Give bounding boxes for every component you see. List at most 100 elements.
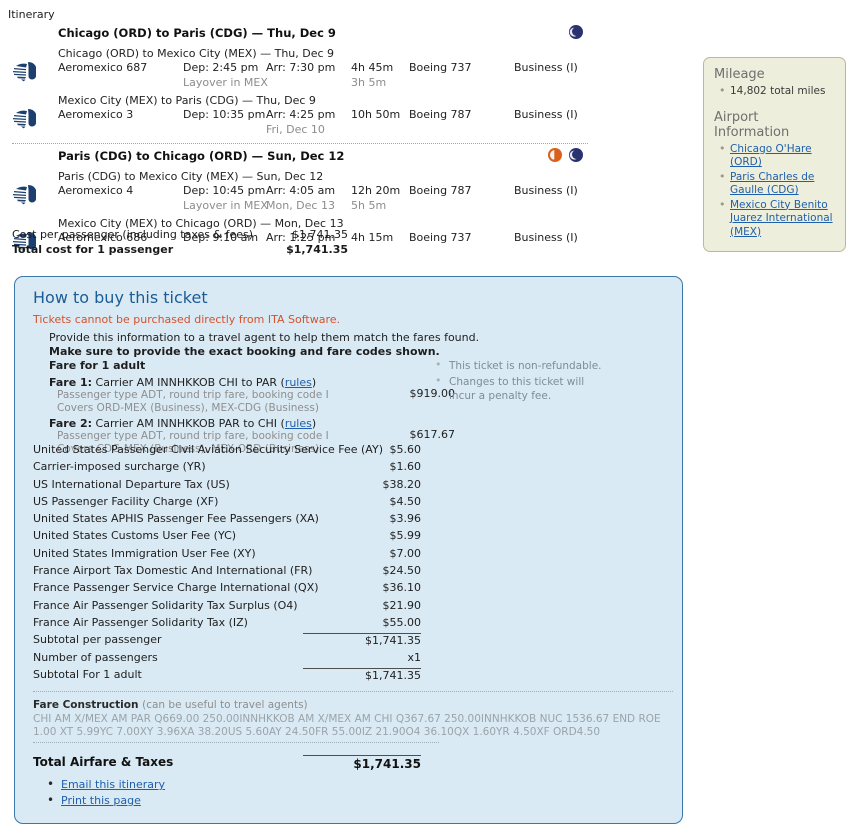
tax-label: France Airport Tax Domestic And Internat… [33, 564, 313, 578]
fare-paren-close: ) [311, 417, 317, 430]
aircraft-type: Boeing 787 [409, 108, 472, 121]
night-icon [569, 148, 583, 162]
cabin-class: Business (I) [514, 184, 578, 197]
tax-label: Carrier-imposed surcharge (YR) [33, 460, 206, 474]
tax-value: $1,741.35 [303, 667, 421, 682]
fare-paren-close: ) [311, 376, 317, 389]
arrival-date-note: Mon, Dec 13 [266, 199, 335, 212]
flight-row: Paris (CDG) to Mexico City (MEX) — Sun, … [0, 168, 600, 215]
cost-label: Cost per passenger (including taxes & fe… [12, 228, 254, 241]
tax-label: Number of passengers [33, 650, 158, 664]
cost-value: $1,741.35 [286, 243, 348, 256]
flight-route: Paris (CDG) to Mexico City (MEX) — Sun, … [58, 170, 324, 183]
flight-number: Aeromexico 3 [58, 108, 134, 121]
tax-label: US International Departure Tax (US) [33, 477, 230, 491]
tax-value: $3.96 [389, 512, 422, 526]
fare-construction-heading: Fare Construction (can be useful to trav… [33, 699, 673, 711]
fare-construction-note: (can be useful to travel agents) [142, 699, 308, 711]
fare-construction-body: CHI AM X/MEX AM PAR Q669.00 250.00INNHKK… [33, 713, 661, 738]
email-itinerary-link[interactable]: Email this itinerary [61, 778, 165, 791]
departure-time: Dep: 2:45 pm [183, 61, 259, 74]
leg-header-outbound: Chicago (ORD) to Paris (CDG) — Thu, Dec … [0, 22, 600, 45]
fare-rules-link[interactable]: rules [285, 417, 312, 430]
tax-value: $38.20 [382, 477, 422, 491]
list-item: Chicago O'Hare (ORD) [719, 142, 835, 171]
tax-value: x1 [407, 650, 421, 664]
tax-label: Subtotal For 1 adult [33, 667, 142, 681]
leg-divider [12, 143, 588, 144]
cost-label: Total cost for 1 passenger [12, 243, 174, 256]
total-section: Total Airfare & Taxes $1,741.35 [33, 742, 439, 771]
fare-carrier-text: Carrier AM INNHKKOB CHI to PAR ( [92, 376, 285, 389]
leg-title: Paris (CDG) to Chicago (ORD) — Sun, Dec … [58, 149, 345, 163]
airport-information-heading: Airport Information [714, 109, 790, 140]
total-label: Total Airfare & Taxes [33, 755, 174, 769]
info-sidebar: Mileage 14,802 total miles Airport Infor… [703, 57, 846, 252]
arrival-time: Arr: 4:05 am [266, 184, 336, 197]
tax-value: $21.90 [382, 598, 422, 612]
itinerary-section: Chicago (ORD) to Paris (CDG) — Thu, Dec … [0, 22, 600, 257]
tax-label: United States APHIS Passenger Fee Passen… [33, 512, 319, 526]
leg-daynight-indicators [548, 148, 583, 162]
purchase-warning: Tickets cannot be purchased directly fro… [33, 313, 340, 326]
tax-value: $36.10 [382, 581, 422, 595]
airport-link-cdg[interactable]: Paris Charles de Gaulle (CDG) [730, 171, 814, 197]
flight-route: Mexico City (MEX) to Paris (CDG) — Thu, … [58, 94, 316, 107]
fare-rules-link[interactable]: rules [285, 376, 312, 389]
aircraft-type: Boeing 737 [409, 61, 472, 74]
leg-daynight-indicators [569, 25, 583, 39]
layover-label: Layover in MEX [183, 76, 268, 89]
fare-construction-section: Fare Construction (can be useful to trav… [33, 691, 673, 739]
fare-label: Fare 2: [49, 417, 93, 430]
tax-label: United States Customs User Fee (YC) [33, 529, 237, 543]
arrival-time: Arr: 7:30 pm [266, 61, 336, 74]
airline-logo-icon [0, 170, 58, 208]
cost-row: Cost per passenger (including taxes & fe… [0, 228, 420, 243]
list-item: Print this page [45, 792, 165, 809]
flight-number: Aeromexico 687 [58, 61, 148, 74]
tax-value: $1,741.35 [303, 633, 421, 647]
flight-row: Mexico City (MEX) to Paris (CDG) — Thu, … [0, 92, 600, 139]
list-item: Email this itinerary [45, 776, 165, 793]
table-row: France Air Passenger Solidarity Tax Surp… [33, 599, 439, 616]
table-row: Subtotal For 1 adult $1,741.35 [33, 667, 439, 685]
layover-duration: 5h 5m [351, 199, 387, 212]
table-row: France Air Passenger Solidarity Tax (IZ)… [33, 616, 439, 633]
aircraft-type: Boeing 787 [409, 184, 472, 197]
flight-details: Chicago (ORD) to Mexico City (MEX) — Thu… [58, 47, 600, 90]
list-item: 14,802 total miles [719, 84, 835, 100]
cabin-class: Business (I) [514, 231, 578, 244]
tax-value: $7.00 [389, 546, 422, 560]
night-icon [569, 25, 583, 39]
tax-value: $55.00 [382, 615, 422, 629]
flight-duration: 12h 20m [351, 184, 401, 197]
table-row: France Passenger Service Charge Internat… [33, 581, 439, 598]
instruction-line-2: Make sure to provide the exact booking a… [49, 345, 440, 358]
cabin-class: Business (I) [514, 108, 578, 121]
tax-value: $5.60 [389, 443, 422, 456]
table-row: United States Passenger Civil Aviation S… [33, 443, 439, 460]
table-row: United States APHIS Passenger Fee Passen… [33, 512, 439, 529]
layover-label: Layover in MEX [183, 199, 268, 212]
fare-title: Fare 2: Carrier AM INNHKKOB PAR to CHI (… [49, 417, 668, 430]
print-page-link[interactable]: Print this page [61, 794, 141, 807]
airport-link-ord[interactable]: Chicago O'Hare (ORD) [730, 143, 812, 169]
table-row: Subtotal per passenger $1,741.35 [33, 633, 439, 650]
airport-list: Chicago O'Hare (ORD) Paris Charles de Ga… [714, 142, 835, 241]
cabin-class: Business (I) [514, 61, 578, 74]
day-icon [548, 148, 562, 162]
cost-summary: Cost per passenger (including taxes & fe… [0, 228, 420, 258]
flight-duration: 10h 50m [351, 108, 401, 121]
flight-route: Chicago (ORD) to Mexico City (MEX) — Thu… [58, 47, 335, 60]
taxes-and-fees-table: United States Passenger Civil Aviation S… [33, 443, 439, 685]
airport-link-mex[interactable]: Mexico City Benito Juarez International … [730, 199, 833, 238]
flight-details: Paris (CDG) to Mexico City (MEX) — Sun, … [58, 170, 600, 213]
itinerary-label: Itinerary [8, 8, 55, 21]
arrival-time: Arr: 4:25 pm [266, 108, 336, 121]
tax-value: $4.50 [389, 494, 422, 508]
how-to-buy-panel: How to buy this ticket Tickets cannot be… [14, 276, 683, 824]
total-value: $1,741.35 [303, 755, 421, 771]
list-item: Mexico City Benito Juarez International … [719, 198, 835, 241]
departure-time: Dep: 10:45 pm [183, 184, 266, 197]
ticket-notes: This ticket is non-refundable. Changes t… [435, 358, 613, 405]
